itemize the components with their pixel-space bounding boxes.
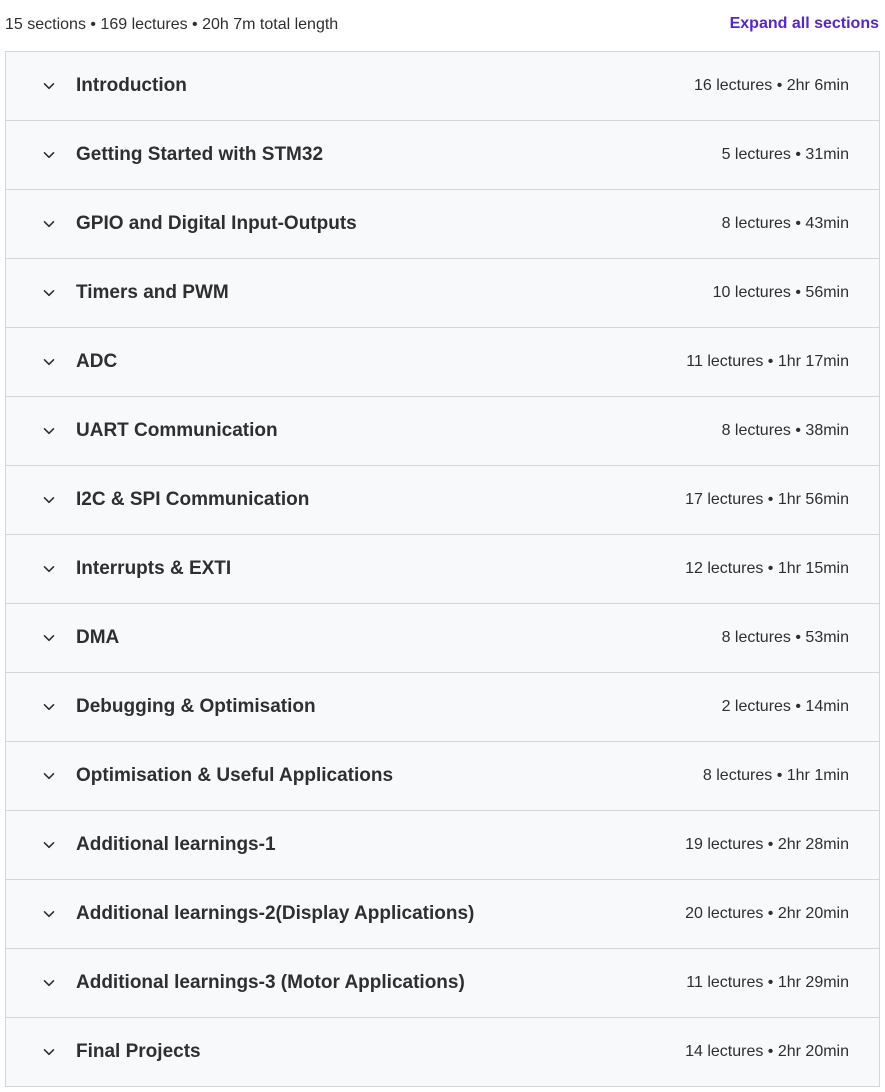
curriculum-sections-list: Introduction 16 lectures • 2hr 6min Gett… [5,51,880,1087]
section-meta: 8 lectures • 43min [721,215,849,232]
section-row[interactable]: Timers and PWM 10 lectures • 56min [6,258,879,327]
section-meta: 11 lectures • 1hr 17min [686,353,849,370]
section-meta: 8 lectures • 38min [721,422,849,439]
chevron-down-icon[interactable] [42,424,56,438]
section-title: Final Projects [76,1041,201,1062]
chevron-down-icon[interactable] [42,1045,56,1059]
curriculum-summary-bar: 15 sections • 169 lectures • 20h 7m tota… [0,0,885,52]
section-meta: 8 lectures • 1hr 1min [702,767,849,784]
chevron-down-icon[interactable] [42,493,56,507]
chevron-down-icon[interactable] [42,148,56,162]
chevron-down-icon[interactable] [42,838,56,852]
section-title: Introduction [76,75,187,96]
chevron-down-icon[interactable] [42,700,56,714]
chevron-down-icon[interactable] [42,907,56,921]
section-meta: 8 lectures • 53min [721,629,849,646]
section-title: Debugging & Optimisation [76,696,316,717]
chevron-down-icon[interactable] [42,286,56,300]
section-row[interactable]: Additional learnings-3 (Motor Applicatio… [6,948,879,1017]
section-title: Interrupts & EXTI [76,558,232,579]
section-row[interactable]: GPIO and Digital Input-Outputs 8 lecture… [6,189,879,258]
chevron-down-icon[interactable] [42,769,56,783]
curriculum-summary: 15 sections • 169 lectures • 20h 7m tota… [5,16,339,33]
section-meta: 19 lectures • 2hr 28min [685,836,849,853]
section-row[interactable]: Additional learnings-2(Display Applicati… [6,879,879,948]
chevron-down-icon[interactable] [42,631,56,645]
section-row[interactable]: Optimisation & Useful Applications 8 lec… [6,741,879,810]
section-meta: 17 lectures • 1hr 56min [685,491,849,508]
section-title: GPIO and Digital Input-Outputs [76,213,357,234]
chevron-down-icon[interactable] [42,217,56,231]
section-row[interactable]: Introduction 16 lectures • 2hr 6min [6,52,879,120]
section-row[interactable]: DMA 8 lectures • 53min [6,603,879,672]
section-row[interactable]: Final Projects 14 lectures • 2hr 20min [6,1017,879,1086]
section-title: Timers and PWM [76,282,229,303]
chevron-down-icon[interactable] [42,562,56,576]
section-row[interactable]: ADC 11 lectures • 1hr 17min [6,327,879,396]
section-meta: 14 lectures • 2hr 20min [685,1043,849,1060]
section-title: Additional learnings-3 (Motor Applicatio… [76,972,465,993]
section-row[interactable]: Interrupts & EXTI 12 lectures • 1hr 15mi… [6,534,879,603]
section-meta: 16 lectures • 2hr 6min [693,77,849,94]
section-title: UART Communication [76,420,278,441]
section-row[interactable]: Getting Started with STM32 5 lectures • … [6,120,879,189]
section-row[interactable]: Debugging & Optimisation 2 lectures • 14… [6,672,879,741]
section-title: ADC [76,351,118,372]
section-row[interactable]: Additional learnings-1 19 lectures • 2hr… [6,810,879,879]
section-meta: 2 lectures • 14min [721,698,849,715]
chevron-down-icon[interactable] [42,355,56,369]
section-meta: 20 lectures • 2hr 20min [685,905,849,922]
section-title: DMA [76,627,120,648]
section-row[interactable]: I2C & SPI Communication 17 lectures • 1h… [6,465,879,534]
section-title: Additional learnings-1 [76,834,276,855]
chevron-down-icon[interactable] [42,976,56,990]
expand-all-sections-button[interactable]: Expand all sections [730,15,879,33]
section-title: I2C & SPI Communication [76,489,310,510]
section-meta: 5 lectures • 31min [721,146,849,163]
chevron-down-icon[interactable] [42,79,56,93]
section-title: Optimisation & Useful Applications [76,765,394,786]
section-title: Getting Started with STM32 [76,144,324,165]
section-meta: 12 lectures • 1hr 15min [685,560,849,577]
section-row[interactable]: UART Communication 8 lectures • 38min [6,396,879,465]
section-title: Additional learnings-2(Display Applicati… [76,903,475,924]
section-meta: 11 lectures • 1hr 29min [686,974,849,991]
section-meta: 10 lectures • 56min [712,284,849,301]
